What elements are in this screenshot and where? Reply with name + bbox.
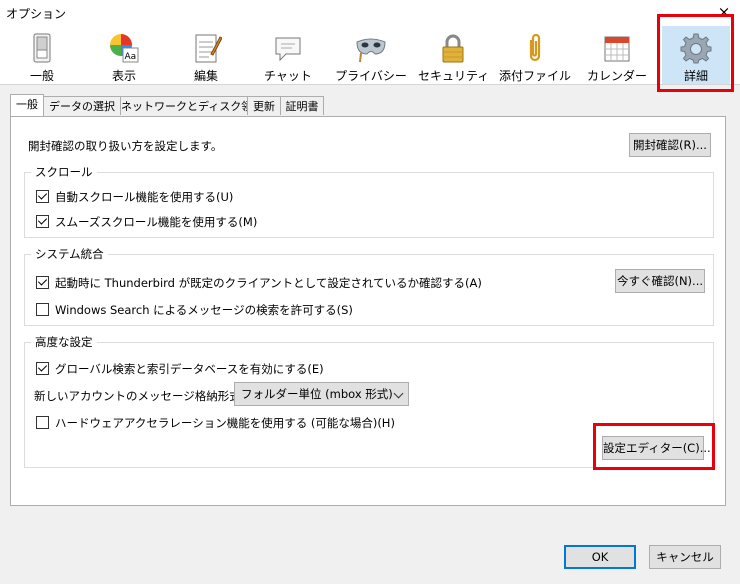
- toolbar-chat[interactable]: チャット: [256, 26, 320, 84]
- auto-scroll-checkbox[interactable]: [36, 190, 49, 203]
- system-integration-group: システム統合 起動時に Thunderbird が既定のクライアントとして設定さ…: [24, 246, 714, 326]
- storage-format-select[interactable]: フォルダー単位 (mbox 形式): [234, 382, 409, 406]
- tab-general[interactable]: 一般: [10, 94, 44, 116]
- svg-text:Aa: Aa: [125, 52, 137, 62]
- title-bar: オプション ×: [0, 0, 740, 26]
- palette-icon: Aa: [110, 34, 139, 63]
- windows-search-checkbox[interactable]: [36, 303, 49, 316]
- close-icon[interactable]: ×: [714, 3, 734, 21]
- toolbar-compose[interactable]: 編集: [174, 26, 238, 84]
- smooth-scroll-label: スムーズスクロール機能を使用する(M): [55, 215, 258, 229]
- toolbar-advanced-label: 詳細: [683, 69, 708, 83]
- windows-search-label: Windows Search によるメッセージの検索を許可する(S): [55, 303, 353, 317]
- check-now-button[interactable]: 今すぐ確認(N)...: [615, 269, 705, 293]
- config-editor-button[interactable]: 設定エディター(C)...: [602, 436, 711, 460]
- hardware-acceleration-checkbox[interactable]: [36, 416, 49, 429]
- toolbar-compose-label: 編集: [193, 69, 218, 83]
- switch-icon: [33, 33, 51, 63]
- chevron-down-icon: [393, 388, 404, 399]
- global-search-checkbox[interactable]: [36, 362, 49, 375]
- lock-icon: [442, 34, 464, 63]
- window-title: オプション: [6, 7, 67, 21]
- toolbar-general-label: 一般: [29, 69, 54, 83]
- global-search-label: グローバル検索と索引データベースを有効にする(E): [55, 362, 324, 376]
- return-receipts-button[interactable]: 開封確認(R)...: [629, 133, 711, 157]
- chat-icon: [275, 37, 301, 62]
- smooth-scroll-checkbox[interactable]: [36, 215, 49, 228]
- toolbar-attachments[interactable]: 添付ファイル: [498, 26, 572, 84]
- gear-icon: [680, 33, 712, 64]
- mask-icon: [356, 38, 386, 63]
- storage-format-label: 新しいアカウントのメッセージ格納形式(T):: [34, 389, 261, 403]
- tab-update[interactable]: 更新: [247, 96, 281, 115]
- paperclip-icon: [529, 33, 541, 62]
- toolbar-advanced[interactable]: 詳細: [662, 26, 730, 84]
- calendar-icon: [604, 36, 630, 62]
- storage-format-value: フォルダー単位 (mbox 形式): [241, 387, 393, 401]
- toolbar-security-label: セキュリティ: [418, 69, 490, 83]
- toolbar-privacy-label: プライバシー: [335, 69, 407, 83]
- toolbar-security[interactable]: セキュリティ: [418, 26, 490, 84]
- default-client-checkbox[interactable]: [36, 276, 49, 289]
- hardware-acceleration-label: ハードウェアアクセラレーション機能を使用する (可能な場合)(H): [55, 416, 395, 430]
- ok-button[interactable]: OK: [564, 545, 636, 569]
- default-client-label: 起動時に Thunderbird が既定のクライアントとして設定されているか確認…: [55, 276, 482, 290]
- auto-scroll-label: 自動スクロール機能を使用する(U): [55, 190, 234, 204]
- scroll-group: スクロール 自動スクロール機能を使用する(U) スムーズスクロール機能を使用する…: [24, 164, 714, 238]
- advanced-group-title: 高度な設定: [31, 334, 97, 350]
- tab-data-choices[interactable]: データの選択: [43, 96, 121, 115]
- preferences-toolbar: 一般 Aa 表示 編集 チャット プライバシー セキュリティ 添付ファイル カレ…: [0, 26, 740, 85]
- toolbar-calendar[interactable]: カレンダー: [582, 26, 652, 84]
- toolbar-display-label: 表示: [111, 69, 136, 83]
- toolbar-display[interactable]: Aa 表示: [92, 26, 156, 84]
- scroll-group-title: スクロール: [31, 164, 97, 180]
- receipt-description: 開封確認の取り扱い方を設定します。: [28, 139, 223, 153]
- system-group-title: システム統合: [31, 246, 108, 262]
- tab-network-disk[interactable]: ネットワークとディスク領域: [120, 96, 263, 115]
- tab-certificates[interactable]: 証明書: [280, 96, 324, 115]
- toolbar-privacy[interactable]: プライバシー: [334, 26, 408, 84]
- toolbar-general[interactable]: 一般: [10, 26, 74, 84]
- toolbar-calendar-label: カレンダー: [586, 69, 647, 83]
- tab-panel-general: 開封確認の取り扱い方を設定します。 開封確認(R)... スクロール 自動スクロ…: [10, 116, 726, 506]
- advanced-configuration-group: 高度な設定 グローバル検索と索引データベースを有効にする(E) 新しいアカウント…: [24, 334, 714, 468]
- toolbar-chat-label: チャット: [264, 69, 312, 83]
- notepad-icon: [195, 34, 222, 63]
- toolbar-attachments-label: 添付ファイル: [498, 69, 571, 83]
- cancel-button[interactable]: キャンセル: [649, 545, 721, 569]
